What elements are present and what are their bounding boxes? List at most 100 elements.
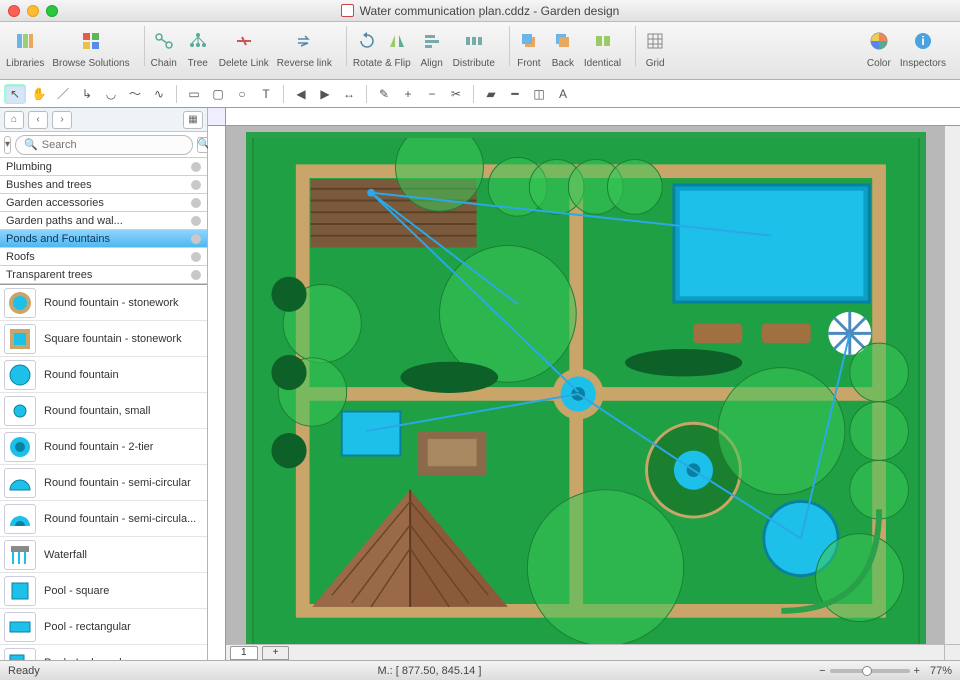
lib-item-waterfall[interactable]: Waterfall (0, 537, 207, 573)
category-roofs[interactable]: Roofs (0, 248, 207, 266)
crop-tool[interactable]: ✂ (445, 84, 467, 104)
category-garden-accessories[interactable]: Garden accessories (0, 194, 207, 212)
category-garden-paths-and-wal-[interactable]: Garden paths and wal... (0, 212, 207, 230)
color-icon[interactable] (866, 28, 892, 54)
lib-item-round-stone[interactable]: Round fountain - stonework (0, 285, 207, 321)
page-tab[interactable]: 1 (230, 646, 258, 660)
minimize-window-button[interactable] (27, 5, 39, 17)
sidebar-home-button[interactable]: ⌂ (4, 111, 24, 129)
identical-icon[interactable] (590, 28, 616, 54)
sidebar-collapse-button[interactable]: ▾ (4, 136, 11, 154)
sidebar-view-button[interactable]: ▦ (183, 111, 203, 129)
lib-item-label: Pool - square (44, 585, 109, 597)
browse-solutions-icon[interactable] (78, 28, 104, 54)
category-label: Garden paths and wal... (6, 215, 123, 227)
arrow-left-tool[interactable]: ◀ (290, 84, 312, 104)
category-indicator-icon (191, 234, 201, 244)
category-label: Bushes and trees (6, 179, 92, 191)
lib-item-pool-sq[interactable]: Pool - square (0, 573, 207, 609)
drawing-canvas[interactable] (226, 126, 944, 644)
libraries-icon[interactable] (12, 28, 38, 54)
align-icon[interactable] (419, 28, 445, 54)
garden-drawing[interactable] (246, 132, 926, 644)
category-bushes-and-trees[interactable]: Bushes and trees (0, 176, 207, 194)
scrollbar-horizontal[interactable]: 1 + (226, 644, 944, 660)
line-tool[interactable]: ／ (52, 84, 74, 104)
scroll-corner (944, 644, 960, 660)
lib-item-square-stone[interactable]: Square fountain - stonework (0, 321, 207, 357)
inspectors-icon[interactable]: i (910, 28, 936, 54)
zoom-window-button[interactable] (46, 5, 58, 17)
lib-item-round-2tier[interactable]: Round fountain - 2-tier (0, 429, 207, 465)
library-search[interactable]: 🔍 (15, 135, 193, 155)
connector-tool[interactable]: ↳ (76, 84, 98, 104)
category-transparent-trees[interactable]: Transparent trees (0, 266, 207, 284)
ellipse-tool[interactable]: ○ (231, 84, 253, 104)
arc-tool[interactable]: ◡ (100, 84, 122, 104)
spline-tool[interactable]: 〜 (124, 84, 146, 104)
lib-item-pool-l[interactable]: Pool - L-shaped (0, 645, 207, 660)
lib-item-semi2[interactable]: Round fountain - semi-circula... (0, 501, 207, 537)
zoom-out-button[interactable]: − (819, 665, 825, 677)
lib-thumb-icon (4, 612, 36, 642)
sidebar-fwd-button[interactable]: › (52, 111, 72, 129)
bezier-tool[interactable]: ∿ (148, 84, 170, 104)
chain-icon[interactable] (151, 28, 177, 54)
chain-label: Chain (151, 58, 177, 69)
category-label: Plumbing (6, 161, 52, 173)
ruler-horizontal[interactable] (226, 108, 960, 126)
shadow-tool[interactable]: ◫ (528, 84, 550, 104)
grid-icon[interactable] (642, 28, 668, 54)
category-indicator-icon (191, 216, 201, 226)
front-icon[interactable] (516, 28, 542, 54)
lib-thumb-icon (4, 360, 36, 390)
search-input[interactable] (42, 139, 184, 151)
add-point-tool[interactable]: + (397, 84, 419, 104)
double-arrow-tool[interactable]: ↔ (338, 84, 360, 104)
lib-item-round-small[interactable]: Round fountain, small (0, 393, 207, 429)
delete-point-tool[interactable]: − (421, 84, 443, 104)
toolbar-separator (346, 26, 347, 66)
sidebar-back-button[interactable]: ‹ (28, 111, 48, 129)
category-label: Garden accessories (6, 197, 104, 209)
text-style-tool[interactable]: A (552, 84, 574, 104)
rect-tool[interactable]: ▭ (183, 84, 205, 104)
lib-item-label: Round fountain - semi-circular (44, 477, 191, 489)
ruler-vertical[interactable] (208, 126, 226, 660)
library-item-list: Round fountain - stoneworkSquare fountai… (0, 285, 207, 660)
category-label: Roofs (6, 251, 35, 263)
zoom-control[interactable]: − + 77% (819, 665, 952, 677)
zoom-slider[interactable] (830, 669, 910, 673)
zoom-in-button[interactable]: + (914, 665, 920, 677)
toolbar-separator (509, 26, 510, 66)
distribute-icon[interactable] (461, 28, 487, 54)
front-label: Front (517, 58, 540, 69)
lib-item-label: Round fountain - 2-tier (44, 441, 153, 453)
arrow-right-tool[interactable]: ▶ (314, 84, 336, 104)
rotate-icon[interactable] (354, 28, 380, 54)
tree-icon[interactable] (185, 28, 211, 54)
category-ponds-and-fountains[interactable]: Ponds and Fountains (0, 230, 207, 248)
lib-item-label: Round fountain, small (44, 405, 150, 417)
add-page-tab[interactable]: + (262, 646, 290, 660)
delete-link-icon[interactable] (231, 28, 257, 54)
reverse-link-icon[interactable] (291, 28, 317, 54)
pointer-tool[interactable]: ↖ (4, 84, 26, 104)
scrollbar-vertical[interactable] (944, 126, 960, 644)
line-style-tool[interactable]: ━ (504, 84, 526, 104)
fill-tool[interactable]: ▰ (480, 84, 502, 104)
hand-tool[interactable]: ✋ (28, 84, 50, 104)
close-window-button[interactable] (8, 5, 20, 17)
back-icon[interactable] (550, 28, 576, 54)
category-plumbing[interactable]: Plumbing (0, 158, 207, 176)
edit-point-tool[interactable]: ✎ (373, 84, 395, 104)
back-label: Back (552, 58, 574, 69)
lib-thumb-icon (4, 540, 36, 570)
grid-label: Grid (646, 58, 665, 69)
roundrect-tool[interactable]: ▢ (207, 84, 229, 104)
lib-item-round[interactable]: Round fountain (0, 357, 207, 393)
text-tool[interactable]: T (255, 84, 277, 104)
flip-icon[interactable] (384, 28, 410, 54)
lib-item-semi[interactable]: Round fountain - semi-circular (0, 465, 207, 501)
lib-item-pool-rect[interactable]: Pool - rectangular (0, 609, 207, 645)
